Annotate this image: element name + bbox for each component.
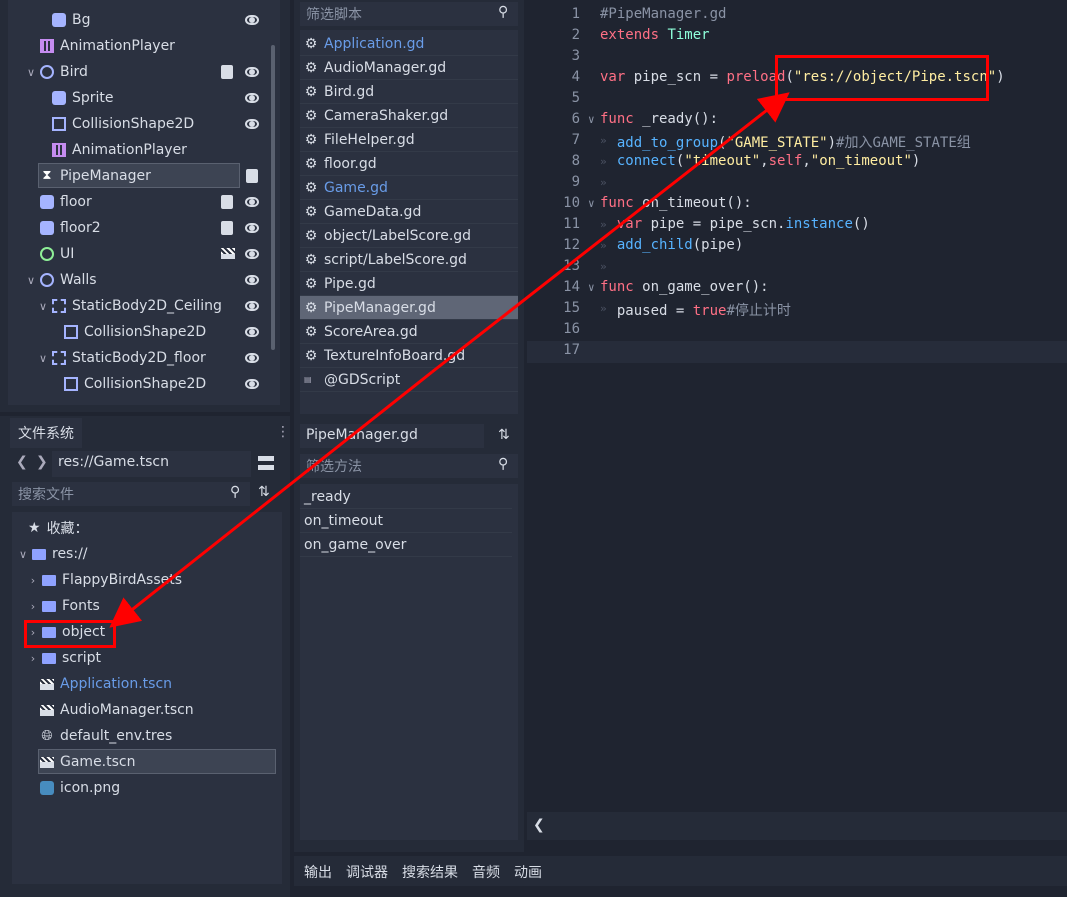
arrow-to-preload: [431, 92, 790, 374]
annotation-arrows: [109, 92, 790, 628]
arrow-to-object-folder: [109, 370, 433, 628]
